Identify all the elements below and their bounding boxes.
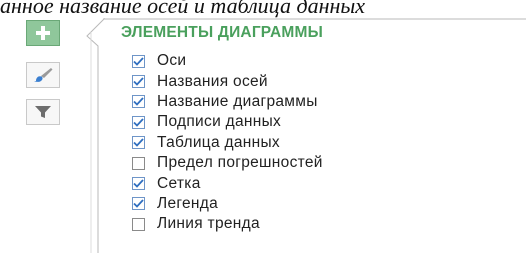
chart-element-item[interactable]: Таблица данных (132, 133, 512, 153)
chart-filters-button[interactable] (26, 99, 60, 125)
chart-element-label: Легенда (157, 194, 219, 212)
checkmark-icon (133, 57, 144, 66)
chart-element-item[interactable]: Названия осей (132, 71, 512, 91)
checkbox[interactable] (132, 75, 145, 89)
chart-element-item[interactable]: Сетка (132, 173, 512, 193)
checkmark-icon (133, 97, 144, 107)
brush-icon (34, 68, 53, 82)
checkmark-icon (133, 199, 144, 209)
chart-element-item[interactable]: Подписи данных (132, 112, 512, 132)
checkbox[interactable] (132, 136, 145, 150)
checkbox[interactable] (132, 115, 145, 129)
chart-element-item[interactable]: Легенда (132, 194, 512, 214)
checkmark-icon (133, 138, 144, 148)
checkbox[interactable] (132, 177, 145, 191)
checkbox[interactable] (132, 95, 145, 109)
document-caption-text: анное название осей и таблица данных (0, 0, 366, 18)
chart-element-item[interactable]: Название диаграммы (132, 92, 512, 112)
chart-element-label: Предел погрешностей (157, 154, 323, 172)
chart-element-label: Оси (157, 52, 187, 70)
chart-styles-button[interactable] (26, 62, 60, 88)
chart-element-label: Название диаграммы (157, 92, 318, 110)
chart-elements-list: Оси Названия осей Название диаграммы Подпис… (132, 51, 512, 235)
chart-element-item[interactable]: Линия тренда (132, 214, 512, 234)
chart-element-label: Подписи данных (157, 113, 282, 131)
chart-element-label: Таблица данных (157, 133, 280, 151)
chart-element-label: Сетка (157, 174, 201, 192)
checkmark-icon (133, 77, 144, 86)
checkbox[interactable] (132, 197, 145, 211)
checkmark-icon (133, 179, 144, 188)
chart-element-item[interactable]: Оси (132, 51, 512, 71)
chart-element-label: Линия тренда (157, 215, 260, 233)
checkbox[interactable] (132, 217, 145, 231)
chart-element-item[interactable]: Предел погрешностей (132, 153, 512, 173)
checkmark-icon (133, 118, 144, 127)
filter-icon (35, 106, 51, 118)
chart-elements-button[interactable] (26, 20, 60, 46)
plus-icon (36, 26, 50, 40)
checkbox[interactable] (132, 54, 145, 68)
chart-element-label: Названия осей (157, 72, 268, 90)
panel-title: ЭЛЕМЕНТЫ ДИАГРАММЫ (121, 24, 323, 41)
checkbox[interactable] (132, 156, 145, 170)
